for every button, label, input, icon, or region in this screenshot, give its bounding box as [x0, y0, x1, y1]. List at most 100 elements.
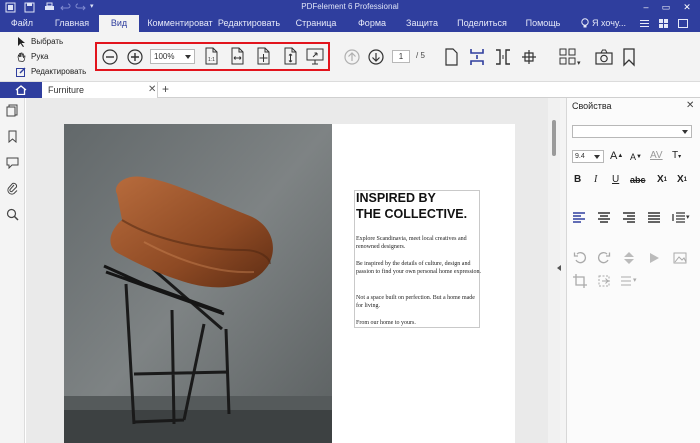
attachments-icon[interactable]: [6, 182, 19, 195]
chevron-down-icon: [682, 130, 688, 134]
rotate-right-icon[interactable]: [597, 251, 611, 265]
heading-line-2: THE COLLECTIVE.: [356, 207, 468, 221]
menu-view[interactable]: Вид: [99, 15, 139, 32]
menu-protect[interactable]: Защита: [402, 15, 442, 32]
menu-edit[interactable]: Редактировать: [216, 15, 282, 32]
italic-icon[interactable]: I: [594, 174, 597, 186]
arrange-dropdown-icon[interactable]: ▾: [633, 276, 637, 284]
line-spacing-dropdown-icon[interactable]: ▾: [686, 213, 690, 221]
collapse-right-panel-icon[interactable]: [557, 265, 561, 271]
new-tab-button[interactable]: +: [162, 82, 169, 97]
zoom-level-value: 100%: [154, 52, 175, 61]
text-style-dropdown-icon[interactable]: T▾: [672, 150, 681, 163]
document-tab-bar: Furniture ✕ +: [0, 82, 700, 98]
hand-tool-label: Рука: [31, 52, 49, 61]
window-title: PDFelement 6 Professional: [301, 2, 399, 11]
rotate-left-icon[interactable]: [573, 251, 587, 265]
font-size-value: 9.4: [575, 153, 585, 160]
list-view-icon[interactable]: [640, 19, 649, 28]
page-number-input[interactable]: 1: [392, 50, 410, 63]
flip-vertical-icon[interactable]: [622, 251, 636, 265]
menu-home[interactable]: Главная: [48, 15, 96, 32]
layout-dropdown-icon[interactable]: ▾: [577, 59, 581, 67]
subscript-icon[interactable]: X1: [677, 174, 687, 186]
previous-page-icon[interactable]: [342, 47, 362, 67]
page-total: / 5: [416, 51, 425, 60]
left-sidebar: [0, 98, 25, 443]
bookmark-icon[interactable]: [619, 47, 639, 67]
tell-me-search[interactable]: Я хочу...: [592, 15, 634, 32]
superscript-icon[interactable]: X1: [657, 174, 667, 186]
thumbnails-icon[interactable]: [6, 104, 19, 117]
align-left-icon[interactable]: [572, 211, 586, 225]
close-window-button[interactable]: ✕: [677, 0, 697, 15]
menu-share[interactable]: Поделиться: [454, 15, 510, 32]
minimize-button[interactable]: –: [636, 0, 656, 15]
scrollbar-thumb[interactable]: [552, 120, 556, 156]
app-window: ▾ PDFelement 6 Professional – ▭ ✕ Файл Г…: [0, 0, 700, 443]
zoom-out-icon[interactable]: [100, 47, 120, 67]
window-mode-icon[interactable]: [678, 19, 688, 28]
close-properties-icon[interactable]: ✕: [686, 100, 694, 111]
menu-form[interactable]: Форма: [352, 15, 392, 32]
strikethrough-icon[interactable]: abc: [630, 174, 646, 186]
fit-height-icon[interactable]: [280, 46, 300, 66]
zoom-in-icon[interactable]: [125, 47, 145, 67]
justify-icon[interactable]: [647, 211, 661, 225]
flip-horizontal-icon[interactable]: [647, 251, 661, 265]
decrease-font-size-icon[interactable]: A▼: [630, 151, 642, 163]
close-tab-icon[interactable]: ✕: [148, 82, 156, 98]
paragraph-3: Not a space built on perfection. But a h…: [356, 295, 475, 309]
lightbulb-icon: [581, 18, 589, 28]
extract-image-icon[interactable]: [597, 274, 611, 288]
continuous-scroll-icon[interactable]: [467, 47, 487, 67]
chevron-down-icon: [594, 155, 600, 159]
font-size-select[interactable]: 9.4: [572, 150, 604, 163]
align-center-icon[interactable]: [597, 211, 611, 225]
maximize-button[interactable]: ▭: [656, 0, 676, 15]
menu-comment[interactable]: Комментироват: [142, 15, 218, 32]
properties-title: Свойства: [572, 101, 612, 111]
actual-size-icon[interactable]: 1:1: [201, 46, 221, 66]
menu-file[interactable]: Файл: [6, 15, 38, 32]
paragraph-4: From our home to yours.: [356, 320, 416, 326]
chevron-down-icon: [185, 55, 191, 59]
comments-panel-icon[interactable]: [6, 156, 19, 169]
split-view-icon[interactable]: [519, 47, 539, 67]
menu-help[interactable]: Помощь: [520, 15, 566, 32]
menu-page[interactable]: Страница: [292, 15, 340, 32]
fit-width-icon[interactable]: [227, 46, 247, 66]
grid-view-icon[interactable]: [659, 19, 668, 28]
menu-bar: Файл Главная Вид Комментироват Редактиро…: [0, 15, 700, 32]
single-page-icon[interactable]: [441, 47, 461, 67]
edit-icon: [16, 67, 26, 77]
paragraph-1: Explore Scandinavia, meet local creative…: [356, 236, 467, 250]
search-icon[interactable]: [6, 208, 19, 221]
home-tab[interactable]: [0, 82, 42, 98]
cursor-icon: [18, 37, 25, 47]
select-tool-label: Выбрать: [31, 37, 64, 46]
crop-icon[interactable]: [573, 274, 587, 288]
fit-page-icon[interactable]: [253, 46, 273, 66]
line-spacing-icon[interactable]: [672, 211, 686, 225]
replace-image-icon[interactable]: [673, 251, 687, 265]
font-family-select[interactable]: [572, 125, 692, 138]
arrange-icon[interactable]: [619, 274, 633, 288]
bookmarks-panel-icon[interactable]: [6, 130, 19, 143]
full-screen-icon[interactable]: [305, 46, 325, 66]
zoom-level-select[interactable]: 100%: [150, 49, 195, 64]
increase-font-size-icon[interactable]: A▲: [610, 150, 623, 162]
snapshot-camera-icon[interactable]: [594, 47, 614, 67]
title-bar: ▾ PDFelement 6 Professional – ▭ ✕: [0, 0, 700, 15]
svg-text:1:1: 1:1: [208, 57, 215, 63]
chair-photo: [64, 124, 332, 443]
tab-furniture[interactable]: Furniture: [42, 82, 158, 98]
two-page-icon[interactable]: [493, 47, 513, 67]
next-page-icon[interactable]: [366, 47, 386, 67]
text-color-icon[interactable]: AV: [650, 150, 663, 162]
bold-icon[interactable]: B: [574, 174, 581, 186]
align-right-icon[interactable]: [622, 211, 636, 225]
underline-icon[interactable]: U: [612, 174, 619, 186]
hand-icon: [17, 52, 26, 62]
page-layout-grid-icon[interactable]: [558, 47, 578, 67]
